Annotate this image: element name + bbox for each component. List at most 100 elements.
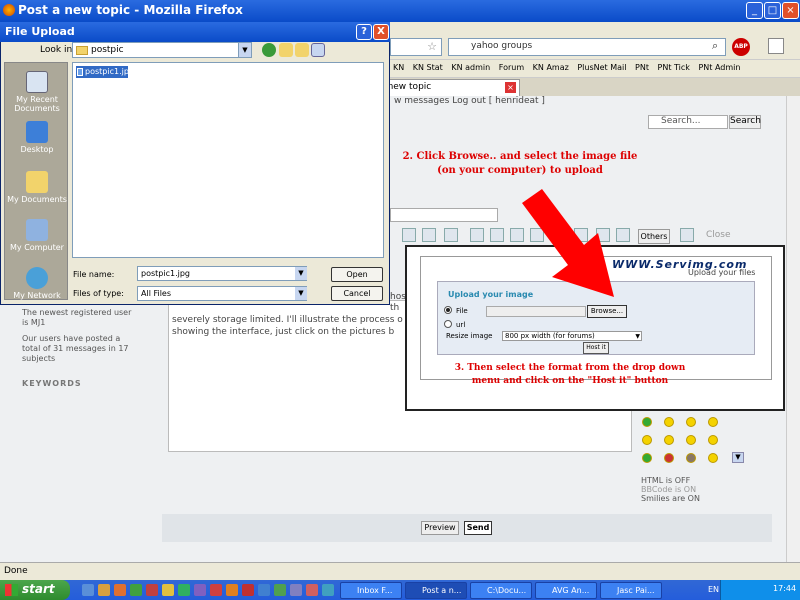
- help-icon[interactable]: [680, 228, 694, 242]
- quicklaunch-icon[interactable]: [226, 584, 238, 596]
- quicklaunch-icon[interactable]: [114, 584, 126, 596]
- toolbar-button-icon[interactable]: [402, 228, 416, 242]
- close-label[interactable]: Close: [706, 230, 731, 240]
- smiley-icon[interactable]: [686, 417, 696, 427]
- taskbar-button-inbox[interactable]: Inbox F...: [340, 582, 402, 599]
- smiley-icon[interactable]: [642, 453, 652, 463]
- quicklaunch-icon[interactable]: [242, 584, 254, 596]
- quicklaunch-icon[interactable]: [210, 584, 222, 596]
- tab-close-icon[interactable]: ×: [505, 82, 516, 93]
- send-button[interactable]: Send: [464, 521, 492, 535]
- minimize-icon[interactable]: _: [746, 2, 763, 19]
- url-radio[interactable]: [444, 320, 452, 328]
- bookmark-item[interactable]: PlusNet Mail: [574, 60, 629, 72]
- edit-icon[interactable]: [768, 38, 784, 54]
- new-folder-icon[interactable]: [295, 43, 309, 57]
- smiley-icon[interactable]: [686, 453, 696, 463]
- quicklaunch-icon[interactable]: [178, 584, 190, 596]
- quicklaunch-icon[interactable]: [194, 584, 206, 596]
- quicklaunch-icon[interactable]: [290, 584, 302, 596]
- place-my-documents[interactable]: My Documents: [5, 171, 69, 204]
- smiley-icon[interactable]: [642, 435, 652, 445]
- toolbar-button-icon[interactable]: [490, 228, 504, 242]
- forum-search-input[interactable]: Search...: [648, 115, 728, 129]
- smiley-icon[interactable]: [664, 435, 674, 445]
- taskbar-button-docs[interactable]: C:\Docu...: [470, 582, 532, 599]
- quicklaunch-icon[interactable]: [306, 584, 318, 596]
- up-folder-icon[interactable]: [279, 43, 293, 57]
- smiley-icon[interactable]: [708, 417, 718, 427]
- resize-select[interactable]: 800 px width (for forums) ▼: [502, 331, 642, 341]
- dialog-help-icon[interactable]: ?: [356, 24, 372, 40]
- url-bar[interactable]: ☆: [390, 38, 442, 56]
- bookmark-item[interactable]: KN: [390, 60, 407, 72]
- adblock-icon[interactable]: ABP: [732, 38, 750, 56]
- tab-post-new-topic[interactable]: n new topic: [372, 79, 520, 96]
- language-indicator[interactable]: EN: [708, 585, 719, 594]
- star-icon[interactable]: ☆: [427, 40, 437, 53]
- cancel-button[interactable]: Cancel: [331, 286, 383, 301]
- browse-button[interactable]: Browse...: [587, 305, 627, 318]
- chevron-down-icon[interactable]: ▼: [295, 287, 307, 300]
- toolbar-button-icon[interactable]: [422, 228, 436, 242]
- subject-input[interactable]: [390, 208, 498, 222]
- bookmark-item[interactable]: KN admin: [448, 60, 493, 72]
- file-list[interactable]: [72, 62, 384, 258]
- start-button[interactable]: start: [0, 580, 70, 600]
- smiley-icon[interactable]: [664, 453, 674, 463]
- file-path-input[interactable]: [486, 306, 586, 317]
- forum-search-button[interactable]: Search: [729, 115, 761, 129]
- quicklaunch-icon[interactable]: [146, 584, 158, 596]
- bookmark-item[interactable]: PNt Tick: [655, 60, 693, 72]
- open-button[interactable]: Open: [331, 267, 383, 282]
- file-name-input[interactable]: postpic1.jpg: [137, 266, 307, 281]
- bookmark-item[interactable]: KN Amaz: [530, 60, 572, 72]
- chevron-down-icon[interactable]: ▼: [238, 43, 251, 57]
- taskbar-button-post[interactable]: Post a n...: [405, 582, 467, 599]
- smiley-icon[interactable]: [686, 435, 696, 445]
- taskbar-button-avg[interactable]: AVG An...: [535, 582, 597, 599]
- chevron-down-icon[interactable]: ▼: [295, 267, 307, 280]
- dialog-close-icon[interactable]: X: [373, 24, 389, 40]
- look-in-select[interactable]: postpic: [72, 42, 252, 58]
- smiley-icon[interactable]: [708, 435, 718, 445]
- quicklaunch-icon[interactable]: [82, 584, 94, 596]
- clock[interactable]: 17:44: [773, 584, 796, 593]
- toolbar-button-icon[interactable]: [444, 228, 458, 242]
- bookmark-item[interactable]: Forum: [496, 60, 527, 72]
- annotation-3-line2: menu and click on the "Host it" button: [471, 376, 669, 386]
- annotation-step-2: 2. Click Browse.. and select the image f…: [390, 150, 650, 178]
- file-type-select[interactable]: All Files: [137, 286, 307, 301]
- close-icon[interactable]: ×: [782, 2, 799, 19]
- taskbar-button-jasc[interactable]: Jasc Pai...: [600, 582, 662, 599]
- bookmark-item[interactable]: KN Stat: [410, 60, 446, 72]
- maximize-icon[interactable]: □: [764, 2, 781, 19]
- place-my-network[interactable]: My Network: [5, 267, 69, 300]
- quicklaunch-icon[interactable]: [98, 584, 110, 596]
- back-icon[interactable]: [262, 43, 276, 57]
- user-links[interactable]: w messages Log out [ henrideat ]: [390, 96, 786, 110]
- place-my-computer[interactable]: My Computer: [5, 219, 69, 252]
- view-menu-icon[interactable]: [311, 43, 325, 57]
- host-it-button[interactable]: Host it: [583, 342, 609, 354]
- smilies-scroll-down-icon[interactable]: ▼: [732, 452, 744, 463]
- place-desktop[interactable]: Desktop: [5, 121, 69, 154]
- smiley-icon[interactable]: [708, 453, 718, 463]
- scrollbar[interactable]: [786, 96, 800, 562]
- file-item-selected[interactable]: postpic1.jpg: [76, 66, 134, 78]
- quicklaunch-icon[interactable]: [258, 584, 270, 596]
- magnifier-icon[interactable]: ⌕: [712, 39, 718, 53]
- preview-button[interactable]: Preview: [421, 521, 459, 535]
- smiley-icon[interactable]: [664, 417, 674, 427]
- bookmark-item[interactable]: PNt Admin: [695, 60, 743, 72]
- smiley-icon[interactable]: [642, 417, 652, 427]
- quicklaunch-icon[interactable]: [130, 584, 142, 596]
- bookmark-item[interactable]: PNt: [632, 60, 652, 72]
- quicklaunch-icon[interactable]: [274, 584, 286, 596]
- search-input[interactable]: yahoo groups: [448, 38, 726, 56]
- place-recent-documents[interactable]: My Recent Documents: [5, 71, 69, 113]
- quicklaunch-icon[interactable]: [322, 584, 334, 596]
- others-button[interactable]: Others: [638, 229, 670, 244]
- toolbar-button-icon[interactable]: [470, 228, 484, 242]
- quicklaunch-icon[interactable]: [162, 584, 174, 596]
